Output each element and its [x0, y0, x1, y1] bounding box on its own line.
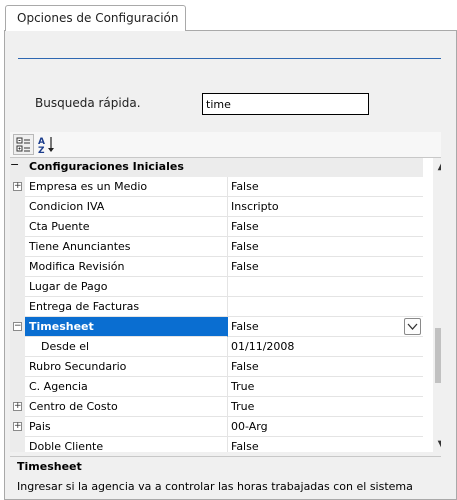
row-gutter: −	[10, 317, 25, 337]
property-value[interactable]: False	[228, 357, 423, 377]
description-panel: Timesheet Ingresar si la agencia va a co…	[10, 456, 441, 498]
alphabetical-button[interactable]: A Z	[36, 134, 57, 156]
property-name[interactable]: Pais	[25, 417, 228, 437]
property-name[interactable]: Centro de Costo	[25, 397, 228, 417]
categorized-button[interactable]	[13, 134, 34, 155]
expand-icon[interactable]: +	[13, 422, 22, 431]
row-gutter	[10, 197, 25, 217]
sort-az-icon: A Z	[38, 137, 54, 156]
row-gutter	[10, 277, 25, 297]
property-row[interactable]: Cta Puente False	[10, 217, 423, 237]
tab-opciones-configuracion[interactable]: Opciones de Configuración	[5, 5, 186, 31]
row-gutter: +	[10, 417, 25, 437]
property-row[interactable]: + Pais 00-Arg	[10, 417, 423, 437]
property-value[interactable]: False	[228, 437, 423, 452]
property-value[interactable]: False	[228, 257, 423, 277]
categorized-icon	[16, 137, 30, 152]
property-value[interactable]	[228, 297, 423, 317]
property-name[interactable]: Entrega de Facturas	[25, 297, 228, 317]
category-title: Configuraciones Iniciales	[29, 160, 184, 173]
vertical-scrollbar[interactable]: ▲ ▼	[433, 158, 441, 452]
property-value[interactable]: Inscripto	[228, 197, 423, 217]
property-name[interactable]: Condicion IVA	[25, 197, 228, 217]
property-row[interactable]: Rubro Secundario False	[10, 357, 423, 377]
row-gutter: +	[10, 177, 25, 197]
row-gutter	[10, 337, 25, 357]
property-name[interactable]: Modifica Revisión	[25, 257, 228, 277]
svg-text:Z: Z	[38, 146, 45, 155]
quick-search-input[interactable]	[202, 93, 369, 115]
property-name[interactable]: C. Agencia	[25, 377, 228, 397]
row-gutter	[10, 237, 25, 257]
property-row[interactable]: + Centro de Costo True	[10, 397, 423, 417]
quick-search-label: Busqueda rápida.	[35, 96, 141, 110]
row-gutter	[10, 217, 25, 237]
expand-icon[interactable]: +	[13, 402, 22, 411]
scroll-down-icon[interactable]: ▼	[433, 436, 441, 452]
row-gutter	[10, 377, 25, 397]
property-row[interactable]: Condicion IVA Inscripto	[10, 197, 423, 217]
property-row[interactable]: + Empresa es un Medio False	[10, 177, 423, 197]
expand-icon[interactable]: +	[13, 182, 22, 191]
property-row[interactable]: Lugar de Pago	[10, 277, 423, 297]
property-row[interactable]: Entrega de Facturas	[10, 297, 423, 317]
property-name[interactable]: Lugar de Pago	[25, 277, 228, 297]
tab-label: Opciones de Configuración	[17, 11, 179, 25]
property-row[interactable]: − Timesheet False	[10, 317, 423, 337]
row-gutter	[10, 437, 25, 452]
row-gutter	[10, 257, 25, 277]
property-name[interactable]: Tiene Anunciantes	[25, 237, 228, 257]
row-gutter	[10, 297, 25, 317]
property-name[interactable]: Timesheet	[25, 317, 228, 337]
property-grid: − Configuraciones Iniciales + Empresa es …	[10, 157, 441, 452]
description-text: Ingresar si la agencia va a controlar la…	[17, 480, 413, 493]
property-value[interactable]: True	[228, 397, 423, 417]
collapse-icon[interactable]: −	[13, 322, 22, 331]
property-value[interactable]: False	[228, 217, 423, 237]
header-divider	[18, 58, 441, 59]
property-row[interactable]: Modifica Revisión False	[10, 257, 423, 277]
property-row[interactable]: Desde el 01/11/2008	[10, 337, 423, 357]
property-name[interactable]: Empresa es un Medio	[25, 177, 228, 197]
property-value[interactable]: False	[228, 317, 423, 337]
property-name[interactable]: Cta Puente	[25, 217, 228, 237]
dropdown-button[interactable]	[404, 318, 421, 335]
property-name[interactable]: Desde el	[25, 337, 228, 357]
property-value[interactable]	[228, 277, 423, 297]
property-value[interactable]: 01/11/2008	[228, 337, 423, 357]
property-toolbar: A Z	[10, 132, 441, 157]
property-value[interactable]: False	[228, 177, 423, 197]
property-row[interactable]: Tiene Anunciantes False	[10, 237, 423, 257]
property-name[interactable]: Doble Cliente	[25, 437, 228, 452]
row-gutter: +	[10, 397, 25, 417]
scroll-thumb[interactable]	[435, 328, 441, 383]
property-value[interactable]: True	[228, 377, 423, 397]
description-title: Timesheet	[17, 460, 82, 473]
row-gutter	[10, 357, 25, 377]
scroll-up-icon[interactable]: ▲	[433, 158, 441, 175]
category-row[interactable]: − Configuraciones Iniciales	[10, 158, 423, 177]
property-row[interactable]: C. Agencia True	[10, 377, 423, 397]
property-name[interactable]: Rubro Secundario	[25, 357, 228, 377]
property-value[interactable]: False	[228, 237, 423, 257]
property-row[interactable]: Doble Cliente False	[10, 437, 423, 452]
property-value[interactable]: 00-Arg	[228, 417, 423, 437]
chevron-down-icon	[407, 323, 418, 330]
collapse-icon[interactable]: −	[10, 158, 19, 171]
